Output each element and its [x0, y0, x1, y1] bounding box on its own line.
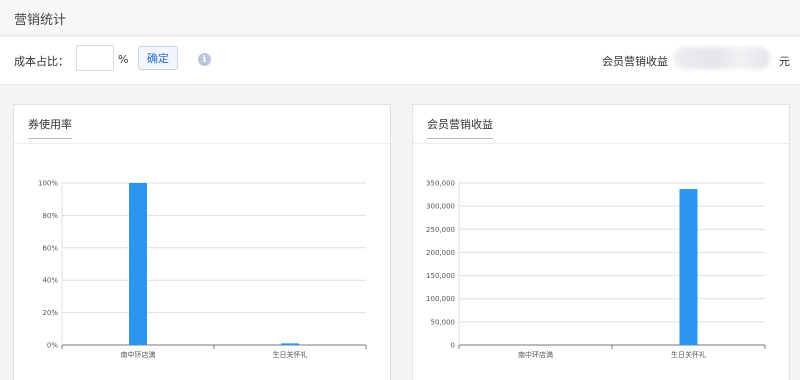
member-revenue-chart: 0 50,000 100,000 150,000 200,000 250,000 300,0…: [426, 180, 766, 359]
y-tick-label: 100,000: [426, 295, 455, 303]
cost-ratio-input[interactable]: [76, 45, 114, 71]
member-revenue-panel: 会员营销收益 0 50,000 100,000 150,000 200,000 250,0…: [412, 104, 790, 380]
page-title: 营销统计: [14, 13, 67, 28]
y-tick-label: 300,000: [426, 203, 455, 211]
bar[interactable]: [679, 189, 698, 345]
x-tick-label: 生日关怀礼: [671, 350, 706, 359]
y-tick-label: 50,000: [431, 318, 456, 326]
x-tick-label: 生日关怀礼: [273, 350, 308, 359]
cost-ratio-label: 成本占比：: [14, 55, 69, 68]
confirm-button[interactable]: 确定: [138, 46, 178, 70]
coupon-usage-chart: 0% 20% 40% 60% 80% 100% 南中环店満 生日关怀礼: [38, 180, 367, 359]
y-tick-label: 200,000: [426, 249, 455, 257]
y-tick-label: 0: [451, 342, 455, 350]
y-tick-label: 250,000: [426, 226, 455, 234]
coupon-usage-panel: 券使用率 0% 20% 40% 60% 80% 100% 南中环店満 生日关怀礼: [13, 104, 391, 380]
toolbar: 成本占比： % 确定 i 会员营销收益 元: [0, 37, 800, 85]
percent-sign: %: [118, 53, 129, 66]
y-tick-label: 20%: [42, 309, 58, 317]
page-header: 营销统计: [0, 0, 800, 36]
y-tick-label: 80%: [42, 212, 58, 220]
revenue-label: 会员营销收益: [602, 55, 668, 68]
y-tick-label: 0%: [47, 342, 58, 350]
y-tick-label: 100%: [38, 180, 58, 188]
info-icon[interactable]: i: [198, 53, 211, 66]
y-tick-label: 60%: [42, 244, 58, 252]
main-content: 券使用率 0% 20% 40% 60% 80% 100% 南中环店満 生日关怀礼 会员营销收益…: [0, 86, 800, 380]
x-tick-label: 南中环店満: [121, 350, 156, 359]
revenue-value-blurred: [674, 47, 770, 69]
y-tick-label: 40%: [42, 277, 58, 285]
revenue-unit: 元: [779, 55, 790, 68]
y-tick-label: 350,000: [426, 180, 455, 188]
bar[interactable]: [281, 343, 299, 345]
bar[interactable]: [129, 183, 147, 345]
y-tick-label: 150,000: [426, 272, 455, 280]
x-tick-label: 南中环店満: [518, 350, 553, 359]
marketing-stats-page: 营销统计 成本占比： % 确定 i 会员营销收益 元 券使用率 0% 20% 40%…: [0, 0, 800, 380]
